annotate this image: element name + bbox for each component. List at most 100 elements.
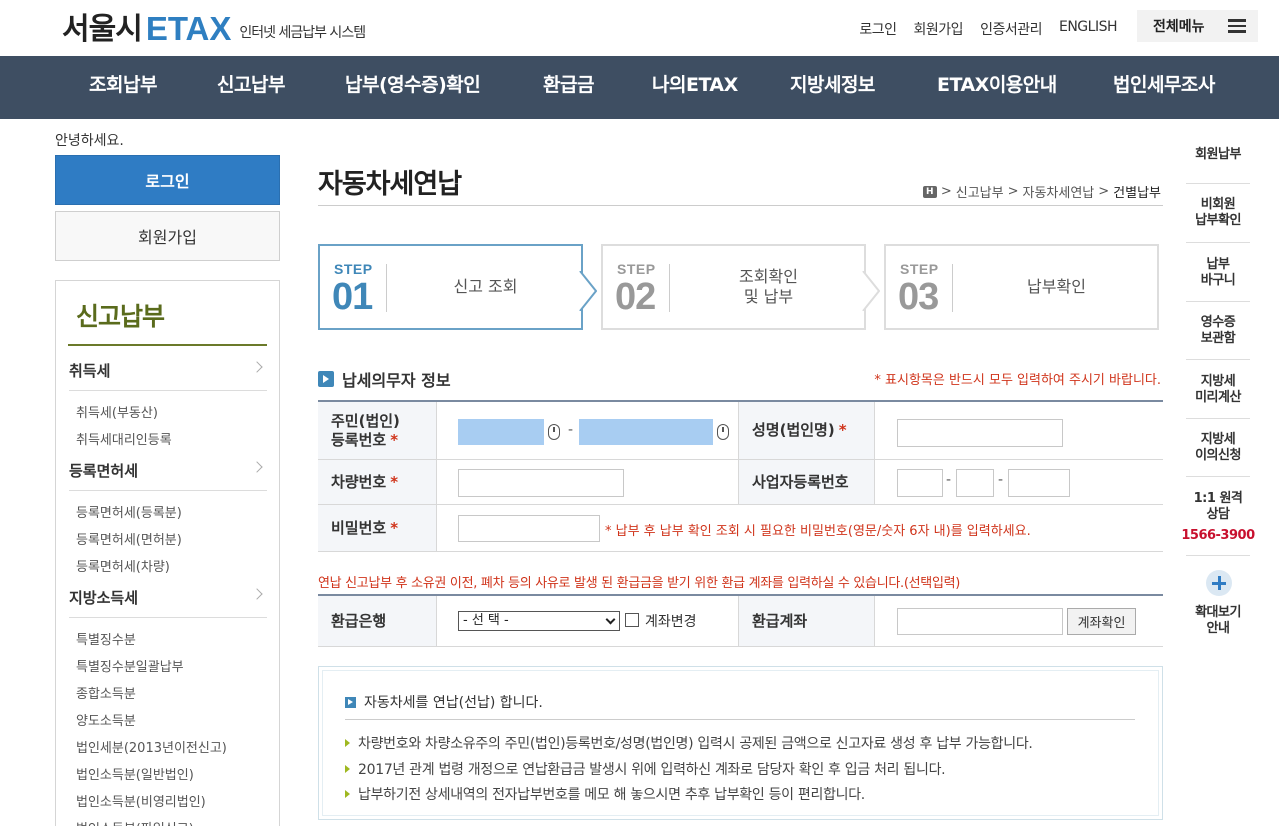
menu-sub-item[interactable]: 법인소득분(비영리법인)	[76, 791, 206, 810]
top-link-cert[interactable]: 인증서관리	[980, 19, 1042, 39]
menu-cat-registration[interactable]: 등록면허세	[69, 451, 267, 491]
cell-divider	[874, 460, 875, 504]
refund-account-input[interactable]	[897, 608, 1063, 635]
menu-sub-item[interactable]: 취득세대리인등록	[76, 429, 172, 448]
info-divider	[345, 719, 1135, 720]
cell-divider	[436, 402, 437, 459]
menu-sub-item[interactable]: 양도소득분	[76, 710, 136, 729]
name-input[interactable]	[897, 419, 1063, 447]
step-text: 신고 조회	[453, 277, 518, 296]
label-refund-account: 환급계좌	[739, 596, 874, 646]
nav-receipt-check[interactable]: 납부(영수증)확인	[345, 56, 481, 119]
home-icon[interactable]: H	[922, 185, 937, 198]
chevron-right-icon	[251, 461, 263, 473]
form-row: 주민(법인) 등록번호 * - 성명(법인명) *	[318, 402, 1163, 460]
sidebar-login-button[interactable]: 로그인	[55, 155, 280, 205]
menu-sub-item[interactable]: 등록면허세(면허분)	[76, 529, 182, 548]
nav-lookup-pay[interactable]: 조회납부	[89, 56, 157, 119]
quick-member-pay[interactable]: 회원납부	[1180, 147, 1256, 163]
cell-divider	[436, 460, 437, 504]
info-title-text: 자동차세를 연납(선납) 합니다.	[364, 695, 543, 711]
triangle-bullet-icon	[345, 739, 350, 747]
menu-cat-acquisition[interactable]: 취득세	[69, 351, 267, 391]
account-check-button[interactable]: 계좌확인	[1067, 608, 1136, 635]
zoom-plus-icon[interactable]	[1206, 570, 1232, 596]
resident-no-back-input[interactable]	[579, 419, 713, 445]
form-row: 환급은행 환급계좌	[318, 596, 1163, 647]
bank-select-value: - 선 택 -	[463, 613, 509, 628]
quick-divider	[1186, 418, 1250, 419]
menu-sub-item[interactable]: 법인소득분(일반법인)	[76, 764, 194, 783]
resident-no-front-input[interactable]	[458, 419, 544, 445]
taxpayer-form: 주민(법인) 등록번호 * - 성명(법인명) * 차량번호 * 사업자등록번호 - …	[318, 400, 1163, 552]
biz-no-part3-input[interactable]	[1008, 469, 1070, 497]
nav-my-etax[interactable]: 나의ETAX	[652, 56, 738, 119]
top-link-login[interactable]: 로그인	[859, 19, 897, 39]
mouse-icon[interactable]	[548, 424, 560, 440]
menu-sub-item[interactable]: 종합소득분	[76, 683, 136, 702]
menu-sub-item[interactable]: 등록면허세(차량)	[76, 556, 170, 575]
biz-no-part1-input[interactable]	[897, 469, 943, 497]
label-password: 비밀번호 *	[318, 505, 436, 551]
info-box: 자동차세를 연납(선납) 합니다. 차량번호와 차량소유주의 주민(법인)등록번…	[318, 666, 1163, 820]
info-item: 납부하기전 상세내역의 전자납부번호를 메모 해 놓으시면 추후 납부확인 등이…	[345, 784, 865, 804]
breadcrumb: H > 신고납부 > 자동차세연납 > 건별납부	[922, 182, 1161, 201]
password-input[interactable]	[458, 515, 600, 542]
nav-local-tax-info[interactable]: 지방세정보	[790, 56, 875, 119]
quick-zoom-guide[interactable]: 확대보기 안내	[1180, 605, 1256, 637]
bank-select[interactable]: - 선 택 -	[458, 611, 620, 631]
menu-sub-item[interactable]: 법인세분(2013년이전신고)	[76, 737, 227, 756]
quick-remote-support[interactable]: 1:1 원격 상담	[1180, 491, 1256, 523]
biz-no-part2-input[interactable]	[956, 469, 994, 497]
triangle-bullet-icon	[345, 765, 350, 773]
hamburger-icon	[1228, 19, 1246, 33]
step-2: STEP 02 조회확인 및 납부	[601, 244, 866, 330]
step-number: 03	[898, 276, 939, 318]
quick-divider	[1186, 183, 1250, 184]
site-logo[interactable]: 서울시 ETAX 인터넷 세금납부 시스템	[62, 8, 366, 48]
step-3: STEP 03 납부확인	[884, 244, 1159, 330]
quick-nonmember-check[interactable]: 비회원 납부확인	[1180, 197, 1256, 229]
dash-separator: -	[998, 472, 1004, 488]
all-menu-button[interactable]: 전체메뉴	[1137, 10, 1258, 42]
sidebar-join-button[interactable]: 회원가입	[55, 211, 280, 261]
menu-sub-item[interactable]: 특별징수분일괄납부	[76, 656, 184, 675]
password-hint: * 납부 후 납부 확인 조회 시 필요한 비밀번호(영문/숫자 6자 내)를 …	[605, 524, 1031, 539]
required-star: *	[838, 421, 847, 439]
top-link-english[interactable]: ENGLISH	[1059, 19, 1118, 39]
info-bullet-icon	[345, 696, 356, 708]
nav-refund[interactable]: 환급금	[543, 56, 594, 119]
nav-report-pay[interactable]: 신고납부	[217, 56, 285, 119]
nav-corp-audit[interactable]: 법인세무조사	[1113, 56, 1215, 119]
all-menu-label: 전체메뉴	[1153, 19, 1205, 35]
menu-sub-item[interactable]: 취득세(부동산)	[76, 402, 158, 421]
label-text: 비밀번호	[331, 518, 387, 537]
side-menu-title: 신고납부	[76, 302, 165, 331]
breadcrumb-sep: >	[940, 184, 952, 199]
mouse-icon[interactable]	[717, 424, 729, 440]
support-phone: 1566-3900	[1181, 528, 1255, 543]
menu-sub-item[interactable]: 법인소득분(파일신고)	[76, 818, 194, 826]
dash-separator: -	[946, 472, 952, 488]
account-change-checkbox[interactable]	[625, 613, 639, 627]
quick-tax-objection[interactable]: 지방세 이의신청	[1180, 432, 1256, 464]
quick-tax-calc[interactable]: 지방세 미리계산	[1180, 374, 1256, 406]
breadcrumb-sep: >	[1098, 184, 1110, 199]
menu-sub-item[interactable]: 등록면허세(등록분)	[76, 502, 182, 521]
info-item: 2017년 관계 법령 개정으로 연납환급금 발생시 위에 입력하신 계좌로 담…	[345, 759, 946, 779]
info-item-text: 차량번호와 차량소유주의 주민(법인)등록번호/성명(법인명) 입력시 공제된 …	[358, 736, 1033, 752]
breadcrumb-item[interactable]: 신고납부	[956, 182, 1004, 201]
chevron-right-icon	[251, 588, 263, 600]
menu-sub-item[interactable]: 특별징수분	[76, 629, 136, 648]
menu-cat-local-income[interactable]: 지방소득세	[69, 578, 267, 618]
refund-form: 환급은행 환급계좌	[318, 594, 1163, 647]
breadcrumb-item[interactable]: 자동차세연납	[1022, 182, 1094, 201]
step-number: 02	[615, 276, 656, 318]
account-change-label[interactable]: 계좌변경	[645, 611, 697, 631]
cell-divider	[436, 596, 437, 646]
car-no-input[interactable]	[458, 469, 624, 497]
quick-receipt-box[interactable]: 영수증 보관함	[1180, 315, 1256, 347]
quick-pay-basket[interactable]: 납부 바구니	[1180, 257, 1256, 289]
top-link-join[interactable]: 회원가입	[914, 19, 964, 39]
nav-etax-guide[interactable]: ETAX이용안내	[937, 56, 1057, 119]
